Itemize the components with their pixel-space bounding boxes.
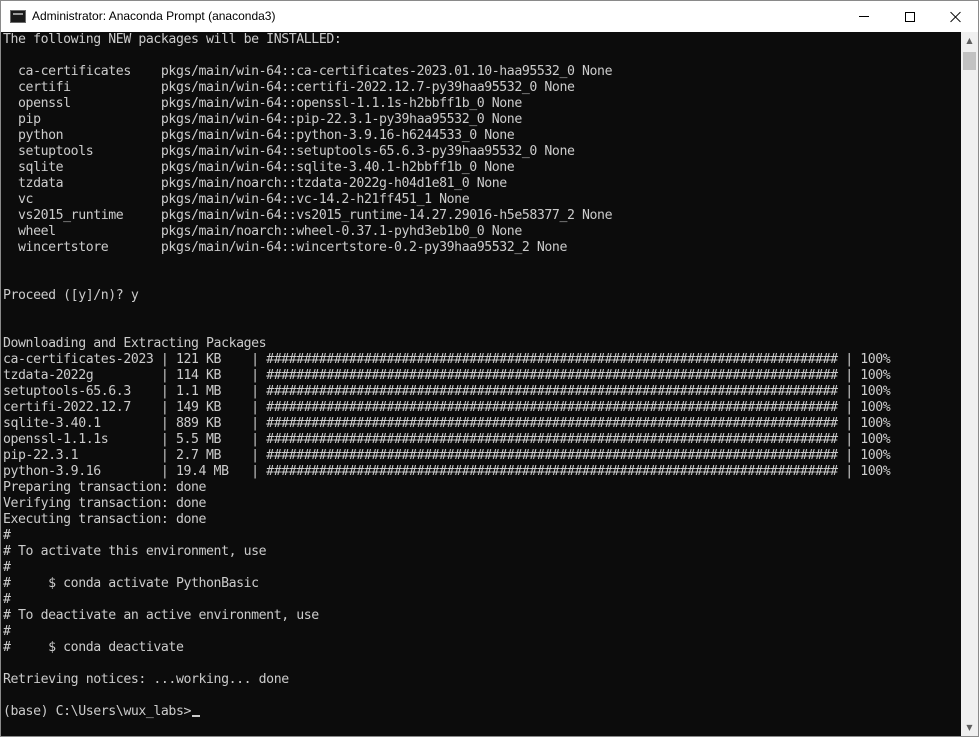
console-line: ca-certificates pkgs/main/win-64::ca-cer… xyxy=(3,64,613,79)
console-line: The following NEW packages will be INSTA… xyxy=(3,32,342,47)
console-line: Retrieving notices: ...working... done xyxy=(3,672,289,687)
minimize-icon xyxy=(859,16,869,17)
console-output[interactable]: The following NEW packages will be INSTA… xyxy=(1,32,961,736)
console-line: # $ conda deactivate xyxy=(3,640,184,655)
console-line: setuptools pkgs/main/win-64::setuptools-… xyxy=(3,144,575,159)
console-line: setuptools-65.6.3 | 1.1 MB | ###########… xyxy=(3,384,891,399)
minimize-button[interactable] xyxy=(841,1,887,32)
console-line: python-3.9.16 | 19.4 MB | ##############… xyxy=(3,464,891,479)
console-line: openssl pkgs/main/win-64::openssl-1.1.1s… xyxy=(3,96,522,111)
console-line: python pkgs/main/win-64::python-3.9.16-h… xyxy=(3,128,515,143)
anaconda-prompt-window: Administrator: Anaconda Prompt (anaconda… xyxy=(0,0,979,737)
title-bar[interactable]: Administrator: Anaconda Prompt (anaconda… xyxy=(1,1,978,32)
console-line: # To activate this environment, use xyxy=(3,544,267,559)
console-line: # xyxy=(3,560,11,575)
console-line: sqlite-3.40.1 | 889 KB | ###############… xyxy=(3,416,891,431)
console-line: Proceed ([y]/n)? y xyxy=(3,288,139,303)
scrollbar-thumb[interactable] xyxy=(963,52,976,70)
console-line: # To deactivate an active environment, u… xyxy=(3,608,319,623)
console-line: Verifying transaction: done xyxy=(3,496,207,511)
console-line: vs2015_runtime pkgs/main/win-64::vs2015_… xyxy=(3,208,613,223)
console-line: pip-22.3.1 | 2.7 MB | ##################… xyxy=(3,448,891,463)
console-line: wheel pkgs/main/noarch::wheel-0.37.1-pyh… xyxy=(3,224,522,239)
console-line: # $ conda activate PythonBasic xyxy=(3,576,259,591)
window-title: Administrator: Anaconda Prompt (anaconda… xyxy=(32,9,276,23)
console-line: tzdata pkgs/main/noarch::tzdata-2022g-h0… xyxy=(3,176,507,191)
maximize-icon xyxy=(905,11,915,22)
console-line: ca-certificates-2023 | 121 KB | ########… xyxy=(3,352,891,367)
console-line: Preparing transaction: done xyxy=(3,480,207,495)
console-line: tzdata-2022g | 114 KB | ################… xyxy=(3,368,891,383)
close-icon xyxy=(950,11,962,23)
console-line: Executing transaction: done xyxy=(3,512,207,527)
console-line: pip pkgs/main/win-64::pip-22.3.1-py39haa… xyxy=(3,112,522,127)
chevron-up-icon[interactable]: ▲ xyxy=(961,32,978,49)
console-line: # xyxy=(3,592,11,607)
console-icon[interactable] xyxy=(10,10,26,23)
console-line: certifi-2022.12.7 | 149 KB | ###########… xyxy=(3,400,891,415)
command-prompt: (base) C:\Users\wux_labs> xyxy=(3,704,191,719)
text-cursor xyxy=(192,715,200,717)
vertical-scrollbar[interactable]: ▲ ▼ xyxy=(961,32,978,736)
console-line: vc pkgs/main/win-64::vc-14.2-h21ff451_1 … xyxy=(3,192,470,207)
console-line: # xyxy=(3,624,11,639)
console-line: openssl-1.1.1s | 5.5 MB | ##############… xyxy=(3,432,891,447)
console-line: wincertstore pkgs/main/win-64::wincertst… xyxy=(3,240,567,255)
prompt-line[interactable]: (base) C:\Users\wux_labs> xyxy=(3,704,961,720)
close-button[interactable] xyxy=(933,1,979,32)
console-line: sqlite pkgs/main/win-64::sqlite-3.40.1-h… xyxy=(3,160,515,175)
chevron-down-icon[interactable]: ▼ xyxy=(961,719,978,736)
console-line: certifi pkgs/main/win-64::certifi-2022.1… xyxy=(3,80,575,95)
console-line: # xyxy=(3,528,11,543)
console-line: Downloading and Extracting Packages xyxy=(3,336,267,351)
maximize-button[interactable] xyxy=(887,1,933,32)
